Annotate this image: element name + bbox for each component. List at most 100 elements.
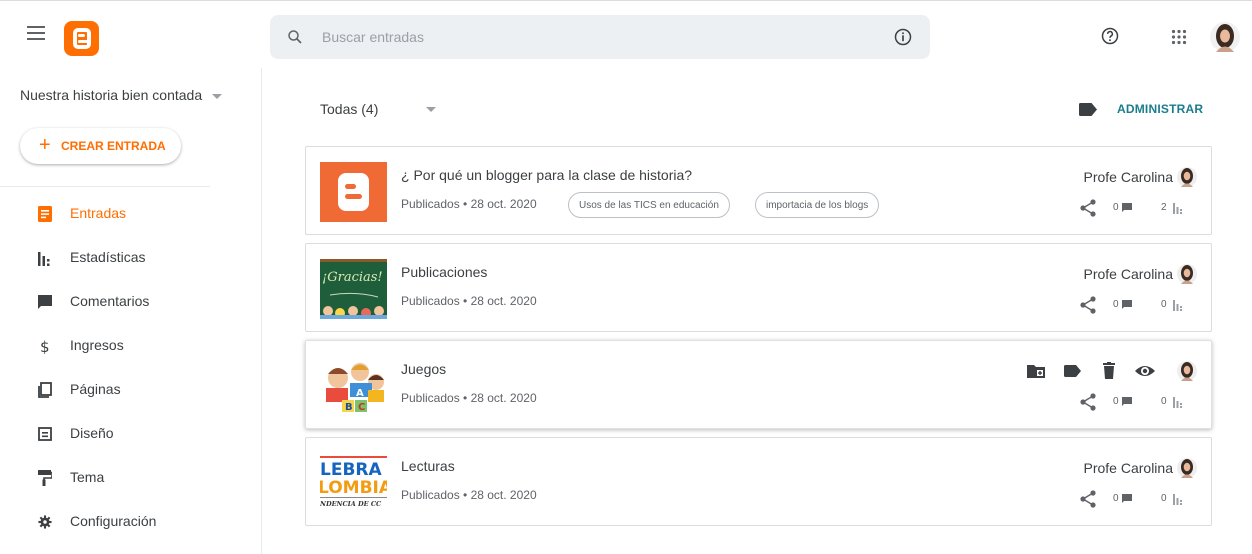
post-title[interactable]: Publicaciones — [401, 264, 487, 280]
comment-count: 0 — [1113, 493, 1119, 504]
thumb-text: ¡Gracias! — [322, 270, 383, 285]
sidebar-item-label: Tema — [70, 469, 105, 485]
sidebar-item-estadisticas[interactable]: Estadísticas — [0, 236, 262, 280]
post-title[interactable]: Juegos — [401, 361, 446, 377]
gear-icon — [38, 515, 52, 529]
search-input[interactable] — [322, 27, 882, 47]
paint-roller-icon — [38, 470, 52, 486]
plus-icon: + — [39, 134, 51, 156]
share-icon[interactable] — [1080, 393, 1096, 411]
author-avatar — [1177, 458, 1197, 478]
sidebar-item-label: Estadísticas — [70, 249, 146, 265]
help-icon[interactable] — [1100, 26, 1120, 46]
post-row[interactable]: ¿ Por qué un blogger para la clase de hi… — [305, 146, 1212, 235]
post-thumbnail: ¡Gracias! — [320, 259, 387, 319]
comment-count: 0 — [1113, 202, 1119, 213]
sidebar-item-label: Diseño — [70, 425, 114, 441]
sidebar-item-ingresos[interactable]: $ Ingresos — [0, 324, 262, 368]
sidebar-item-entradas[interactable]: Entradas — [0, 192, 262, 236]
comment-icon — [1122, 494, 1132, 503]
comment-count: 0 — [1113, 396, 1119, 407]
post-author: Profe Carolina — [1083, 169, 1174, 185]
search-bar — [270, 15, 930, 59]
preview-eye-icon[interactable] — [1135, 362, 1155, 380]
post-status-date: Publicados • 28 oct. 2020 — [401, 197, 537, 211]
post-stats: 0 0 — [1077, 490, 1197, 510]
post-filter-dropdown[interactable]: Todas (4) — [320, 101, 436, 117]
thumb-text: LEBRA ! — [320, 460, 387, 480]
label-icon[interactable] — [1063, 362, 1083, 380]
post-stats: 0 2 — [1077, 199, 1197, 219]
view-count: 0 — [1161, 299, 1167, 310]
blog-selector[interactable]: Nuestra historia bien contada — [20, 87, 223, 103]
manage-labels-button[interactable]: ADMINISTRAR — [1117, 102, 1203, 116]
post-thumbnail: B C A — [320, 356, 387, 416]
info-icon[interactable] — [893, 27, 913, 47]
thumb-text: LOMBIA — [320, 478, 387, 498]
post-row[interactable]: B C A Juegos Publicados • 28 oct. 2020 0… — [305, 340, 1212, 429]
comment-icon — [1122, 397, 1132, 406]
post-row[interactable]: LEBRA ! LOMBIA NDENCIA DE CC Lecturas Pu… — [305, 437, 1212, 526]
label-icon[interactable] — [1079, 103, 1097, 116]
comments-icon — [38, 295, 52, 309]
sidebar-item-label: Páginas — [70, 381, 121, 397]
top-bar — [0, 0, 1252, 68]
post-status-date: Publicados • 28 oct. 2020 — [401, 294, 537, 308]
author-avatar — [1177, 361, 1197, 381]
move-to-drafts-icon[interactable] — [1027, 362, 1047, 380]
sidebar-nav: Entradas Estadísticas Comentarios $ Ingr… — [0, 192, 262, 544]
post-author: Profe Carolina — [1083, 460, 1174, 476]
chevron-down-icon — [212, 93, 223, 99]
label-chip[interactable]: importacia de los blogs — [755, 192, 880, 218]
svg-text:B: B — [345, 402, 353, 413]
view-count: 0 — [1161, 396, 1167, 407]
sidebar-item-label: Entradas — [70, 205, 127, 221]
posts-icon — [38, 206, 52, 222]
post-status-date: Publicados • 28 oct. 2020 — [401, 391, 537, 405]
blogger-logo-icon[interactable] — [64, 21, 99, 56]
sidebar-item-paginas[interactable]: Páginas — [0, 368, 262, 412]
delete-icon[interactable] — [1099, 362, 1119, 380]
view-count: 2 — [1161, 202, 1167, 213]
post-title[interactable]: ¿ Por qué un blogger para la clase de hi… — [401, 167, 692, 183]
post-row[interactable]: ¡Gracias! Publicaciones Publicados • 28 … — [305, 243, 1212, 332]
post-filter-label: Todas (4) — [320, 101, 379, 117]
share-icon[interactable] — [1080, 490, 1096, 508]
thumb-text: NDENCIA DE CC — [320, 500, 382, 508]
post-thumbnail — [320, 162, 387, 222]
svg-text:$: $ — [40, 338, 50, 354]
menu-icon[interactable] — [27, 26, 45, 40]
label-chip[interactable]: Usos de las TICS en educación — [568, 192, 730, 218]
stats-icon — [38, 252, 50, 266]
dollar-icon: $ — [40, 338, 50, 354]
chevron-down-icon — [426, 107, 436, 112]
create-post-button[interactable]: + CREAR ENTRADA — [20, 128, 181, 164]
svg-text:C: C — [358, 402, 365, 413]
sidebar-item-comentarios[interactable]: Comentarios — [0, 280, 262, 324]
svg-text:A: A — [356, 388, 364, 399]
sidebar-item-tema[interactable]: Tema — [0, 456, 262, 500]
blog-title: Nuestra historia bien contada — [20, 87, 203, 103]
share-icon[interactable] — [1080, 199, 1096, 217]
post-title[interactable]: Lecturas — [401, 458, 455, 474]
apps-grid-icon[interactable] — [1171, 29, 1187, 45]
share-icon[interactable] — [1080, 296, 1096, 314]
stats-icon — [1173, 203, 1182, 214]
create-post-label: CREAR ENTRADA — [61, 139, 166, 153]
layout-icon — [38, 427, 52, 441]
search-icon[interactable] — [286, 28, 304, 46]
sidebar-item-label: Ingresos — [70, 337, 124, 353]
divider — [0, 186, 210, 187]
sidebar-item-configuracion[interactable]: Configuración — [0, 500, 262, 544]
comment-count: 0 — [1113, 299, 1119, 310]
sidebar-item-label: Comentarios — [70, 293, 150, 309]
sidebar: Nuestra historia bien contada + CREAR EN… — [0, 68, 262, 554]
account-avatar[interactable] — [1210, 22, 1240, 52]
post-status-date: Publicados • 28 oct. 2020 — [401, 488, 537, 502]
post-stats: 0 0 — [1077, 393, 1197, 413]
stats-icon — [1173, 397, 1182, 408]
comment-icon — [1122, 300, 1132, 309]
author-avatar — [1177, 167, 1197, 187]
sidebar-item-diseno[interactable]: Diseño — [0, 412, 262, 456]
author-avatar — [1177, 264, 1197, 284]
